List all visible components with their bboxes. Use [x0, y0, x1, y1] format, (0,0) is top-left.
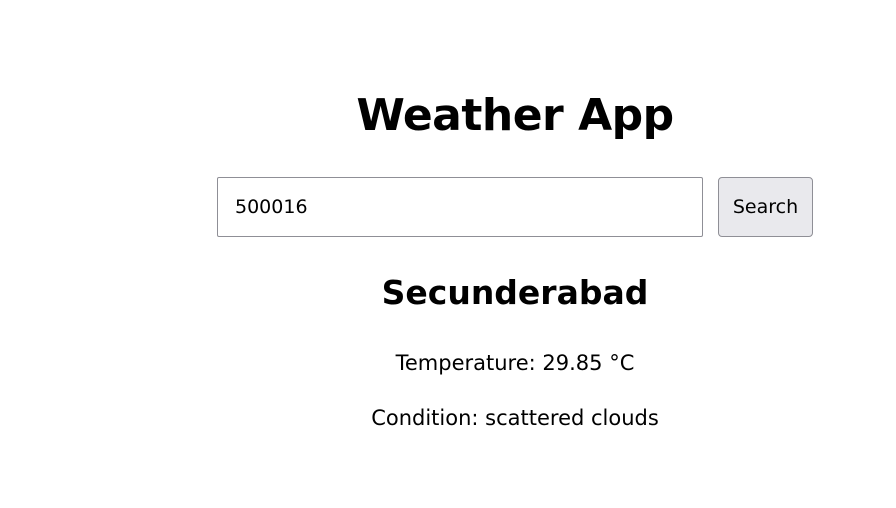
weather-result: Secunderabad Temperature: 29.85 °C Condi… — [300, 268, 730, 430]
temperature-text: Temperature: 29.85 °C — [395, 351, 635, 375]
weather-app: Weather App Search Secunderabad Temperat… — [0, 0, 896, 508]
search-button[interactable]: Search — [718, 177, 813, 237]
page-title: Weather App — [356, 90, 674, 141]
search-input[interactable] — [217, 177, 703, 237]
city-name: Secunderabad — [381, 273, 649, 312]
search-bar: Search — [217, 177, 817, 237]
condition-text: Condition: scattered clouds — [371, 406, 659, 430]
